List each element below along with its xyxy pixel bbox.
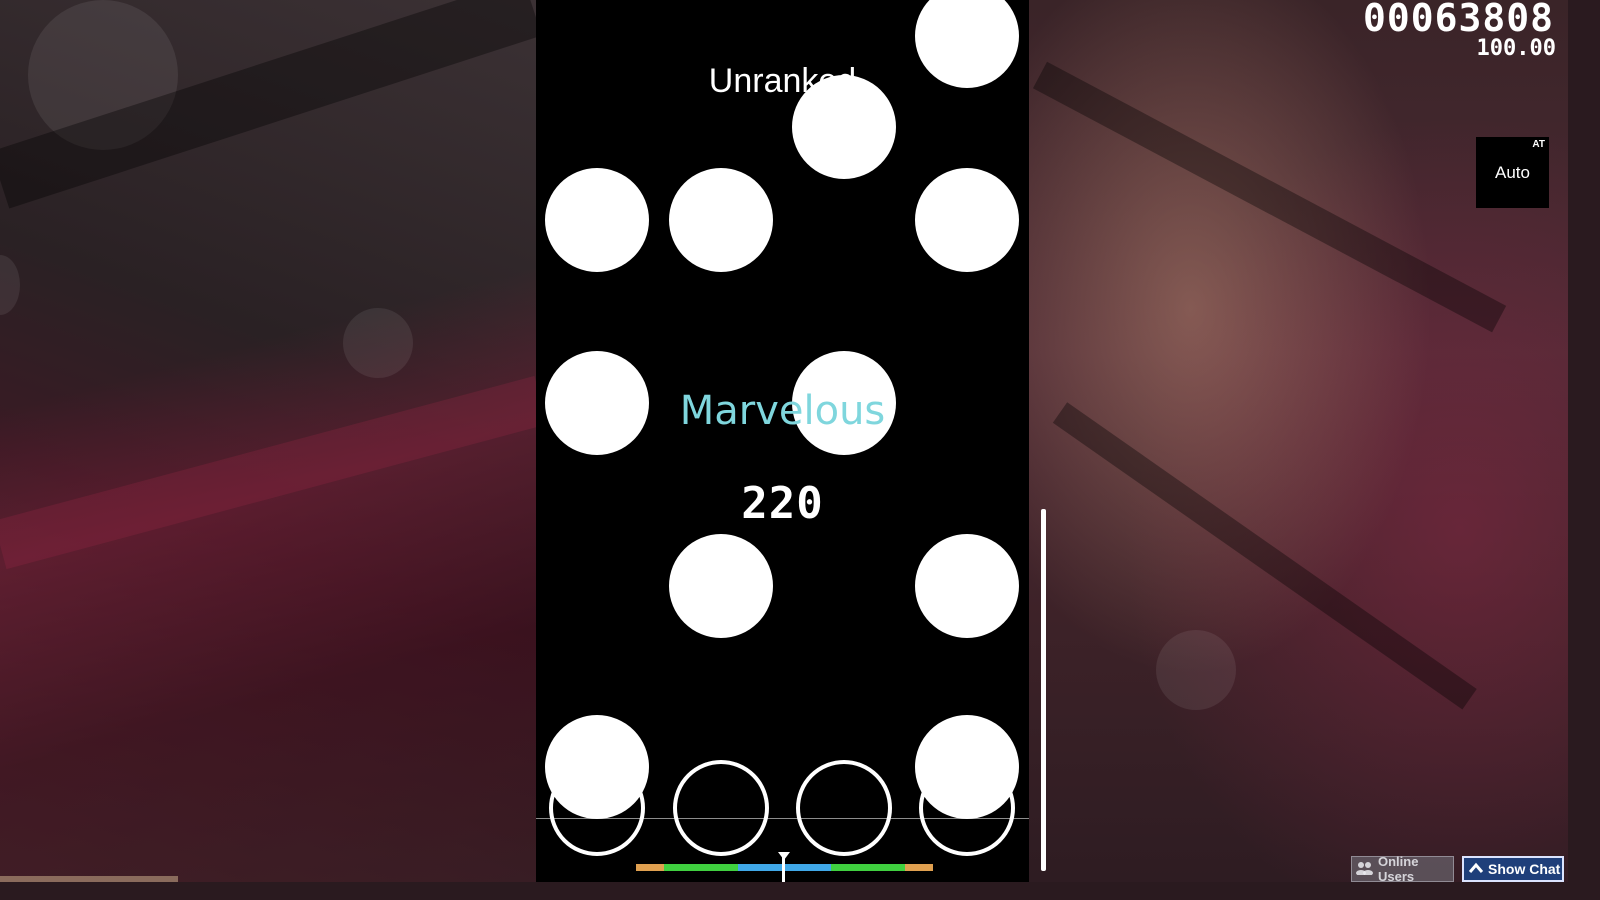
show-chat-label: Show Chat bbox=[1488, 861, 1561, 877]
mod-name: Auto bbox=[1495, 163, 1530, 182]
hit-error-good bbox=[831, 864, 905, 871]
hit-error-good bbox=[664, 864, 738, 871]
judgement-line bbox=[536, 818, 1029, 819]
chevron-up-icon bbox=[1468, 861, 1484, 877]
note bbox=[669, 534, 773, 638]
background-bokeh bbox=[1156, 630, 1236, 710]
note bbox=[545, 715, 649, 819]
judgement-text: Marvelous bbox=[679, 388, 886, 434]
hit-error-arrow-icon bbox=[778, 852, 790, 860]
mania-playfield: Unranked Marvelous 220 bbox=[536, 0, 1029, 882]
users-icon bbox=[1356, 861, 1374, 878]
online-users-button[interactable]: Online Users bbox=[1351, 854, 1454, 884]
lane-receptor-3 bbox=[796, 760, 892, 856]
bottom-left-strip bbox=[0, 876, 178, 882]
note bbox=[792, 75, 896, 179]
note bbox=[669, 168, 773, 272]
note bbox=[915, 168, 1019, 272]
lane-receptor-2 bbox=[673, 760, 769, 856]
mod-indicator-auto: AT Auto bbox=[1476, 137, 1549, 208]
note bbox=[545, 168, 649, 272]
background-bokeh bbox=[343, 308, 413, 378]
note bbox=[915, 715, 1019, 819]
hit-error-early bbox=[905, 864, 933, 871]
show-chat-button[interactable]: Show Chat bbox=[1462, 856, 1564, 882]
combo-counter: 220 bbox=[741, 478, 824, 529]
hit-error-late bbox=[636, 864, 664, 871]
accuracy-display: 100.00 bbox=[1476, 36, 1556, 61]
note bbox=[915, 534, 1019, 638]
song-progress-bar bbox=[1041, 509, 1046, 871]
score-display: 00063808 bbox=[1362, 0, 1554, 40]
online-users-label: Online Users bbox=[1378, 854, 1419, 884]
mod-abbreviation: AT bbox=[1532, 139, 1545, 150]
